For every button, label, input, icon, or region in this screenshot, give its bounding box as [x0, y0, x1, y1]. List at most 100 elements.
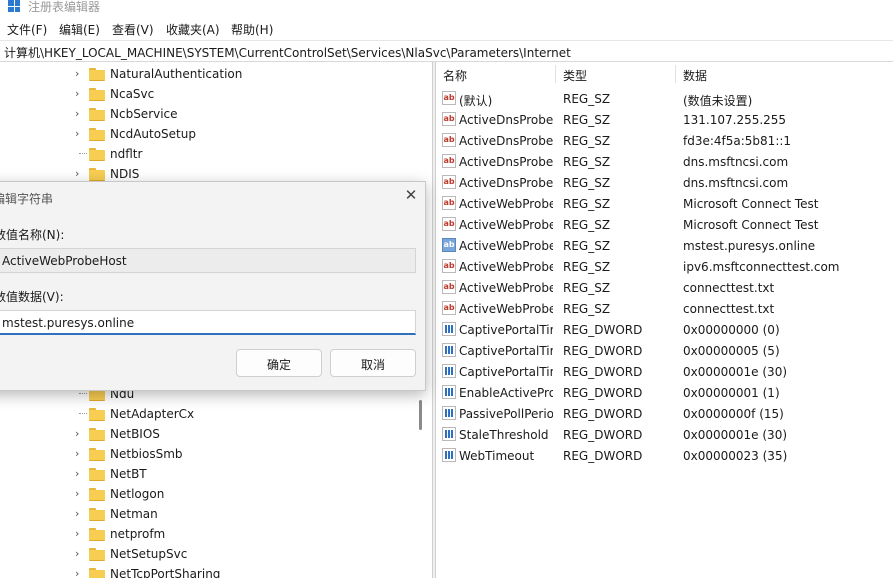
tree-scrollbar-thumb[interactable] — [419, 400, 422, 430]
tree-node-label: NcdAutoSetup — [110, 127, 196, 141]
tree-node-label: NaturalAuthentication — [110, 67, 243, 81]
tree-node-label: NetbiosSmb — [110, 447, 183, 461]
tree-node-label: Netlogon — [110, 487, 165, 501]
value-row[interactable]: ab (默认) REG_SZ (数值未设置) — [437, 88, 893, 109]
chevron-right-icon[interactable]: › — [75, 427, 85, 441]
tree-connector — [79, 413, 87, 414]
value-row[interactable]: CaptivePortalTimerMax REG_DWORD 0x0000001e… — [437, 361, 893, 382]
tree-node[interactable]: › NcdAutoSetup — [0, 124, 420, 144]
chevron-right-icon[interactable]: › — [75, 467, 85, 481]
value-row[interactable]: PassivePollPeriod REG_DWORD 0x0000000f (15… — [437, 403, 893, 424]
tree-node-label: netprofm — [110, 527, 166, 541]
column-separator[interactable] — [555, 65, 556, 83]
menu-file[interactable]: 文件(F) — [7, 21, 47, 38]
value-name-cell: CaptivePortalTimerBackoff — [459, 344, 553, 358]
tree-node[interactable]: › NcbService — [0, 104, 420, 124]
value-type-cell: REG_SZ — [563, 134, 611, 148]
value-name-cell: ActiveDnsProbeContentV6 — [459, 134, 553, 148]
cancel-button[interactable]: 取消 — [330, 349, 416, 377]
chevron-right-icon[interactable]: › — [75, 167, 85, 181]
value-row[interactable]: abActiveWebProbeHost REG_SZ mstest.puresys… — [437, 235, 893, 256]
tree-node-label: NetAdapterCx — [110, 407, 195, 421]
value-row[interactable]: CaptivePortalTimerBackoff REG_DWORD 0x0000… — [437, 340, 893, 361]
value-data-input[interactable]: mstest.puresys.online — [0, 310, 416, 335]
column-separator[interactable] — [675, 65, 676, 83]
tree-node[interactable]: › NetTcpPortSharing — [0, 564, 420, 578]
dword-value-icon — [442, 427, 456, 441]
chevron-right-icon[interactable]: › — [75, 487, 85, 501]
value-type-cell: REG_SZ — [563, 92, 611, 106]
menu-help[interactable]: 帮助(H) — [231, 21, 273, 38]
tree-node[interactable]: › Netlogon — [0, 484, 420, 504]
folder-icon — [89, 488, 105, 501]
string-value-icon: ab — [442, 91, 456, 105]
folder-icon — [89, 168, 105, 181]
chevron-right-icon[interactable]: › — [75, 547, 85, 561]
chevron-right-icon[interactable]: › — [75, 127, 85, 141]
chevron-right-icon[interactable]: › — [75, 87, 85, 101]
pane-splitter[interactable] — [432, 62, 436, 578]
close-icon[interactable]: ✕ — [403, 187, 419, 203]
menu-edit[interactable]: 编辑(E) — [59, 21, 100, 38]
column-header-data[interactable]: 数据 — [683, 62, 707, 86]
tree-node[interactable]: › NetbiosSmb — [0, 444, 420, 464]
value-row[interactable]: abActiveWebProbeContent REG_SZ Microsoft C… — [437, 193, 893, 214]
folder-icon — [89, 528, 105, 541]
value-type-cell: REG_DWORD — [563, 386, 643, 400]
value-row[interactable]: StaleThreshold REG_DWORD 0x0000001e (30) — [437, 424, 893, 445]
address-bar[interactable]: 计算机\HKEY_LOCAL_MACHINE\SYSTEM\CurrentCon… — [0, 40, 893, 62]
value-row[interactable]: abActiveDnsProbeContent REG_SZ 131.107.255… — [437, 109, 893, 130]
tree-node[interactable]: › NetBIOS — [0, 424, 420, 444]
value-row[interactable]: abActiveWebProbeContentV6 REG_SZ Microsoft… — [437, 214, 893, 235]
tree-node[interactable]: › NaturalAuthentication — [0, 64, 420, 84]
column-header-type[interactable]: 类型 — [563, 62, 587, 86]
chevron-right-icon[interactable]: › — [75, 527, 85, 541]
tree-node-label: ndfltr — [110, 147, 143, 161]
tree-node-label: NetSetupSvc — [110, 547, 188, 561]
value-row[interactable]: abActiveWebProbeHostV6 REG_SZ ipv6.msftcon… — [437, 256, 893, 277]
folder-icon — [89, 468, 105, 481]
chevron-right-icon[interactable]: › — [75, 107, 85, 121]
value-row[interactable]: abActiveWebProbePath REG_SZ connecttest.tx… — [437, 277, 893, 298]
value-type-cell: REG_SZ — [563, 176, 611, 190]
menu-favorites[interactable]: 收藏夹(A) — [166, 21, 220, 38]
tree-node[interactable]: ndfltr — [0, 144, 420, 164]
value-row[interactable]: CaptivePortalTimer REG_DWORD 0x00000000 (0… — [437, 319, 893, 340]
string-value-icon: ab — [442, 217, 456, 231]
folder-icon — [89, 88, 105, 101]
chevron-right-icon[interactable]: › — [75, 447, 85, 461]
tree-connector — [79, 393, 87, 394]
dword-value-icon — [442, 322, 456, 336]
tree-node[interactable]: › netprofm — [0, 524, 420, 544]
chevron-right-icon[interactable]: › — [75, 507, 85, 521]
value-row[interactable]: WebTimeout REG_DWORD 0x00000023 (35) — [437, 445, 893, 466]
value-data-cell: 0x00000001 (1) — [683, 386, 780, 400]
value-type-cell: REG_DWORD — [563, 407, 643, 421]
value-data-cell: 0x00000005 (5) — [683, 344, 780, 358]
value-row[interactable]: abActiveDnsProbeHost REG_SZ dns.msftncsi.c… — [437, 151, 893, 172]
chevron-right-icon[interactable]: › — [75, 567, 85, 578]
value-name-field[interactable]: ActiveWebProbeHost — [0, 248, 416, 273]
ok-button[interactable]: 确定 — [236, 349, 322, 377]
value-row[interactable]: abActiveDnsProbeHostV6 REG_SZ dns.msftncsi… — [437, 172, 893, 193]
string-value-icon: ab — [442, 238, 456, 252]
tree-node[interactable]: › NetSetupSvc — [0, 544, 420, 564]
window-title: 注册表编辑器 — [28, 0, 101, 14]
tree-node[interactable]: › Netman — [0, 504, 420, 524]
column-header-name[interactable]: 名称 — [443, 62, 467, 86]
value-name-cell: (默认) — [459, 94, 493, 108]
value-row[interactable]: abActiveWebProbePathV6 REG_SZ connecttest.… — [437, 298, 893, 319]
chevron-right-icon[interactable]: › — [75, 67, 85, 81]
tree-node[interactable]: › NcaSvc — [0, 84, 420, 104]
tree-node[interactable]: NetAdapterCx — [0, 404, 420, 424]
value-name-cell: EnableActiveProbing — [459, 386, 553, 400]
string-value-icon: ab — [442, 154, 456, 168]
value-data-cell: ipv6.msftconnecttest.com — [683, 260, 840, 274]
string-value-icon: ab — [442, 301, 456, 315]
value-type-cell: REG_SZ — [563, 155, 611, 169]
tree-node[interactable]: › NetBT — [0, 464, 420, 484]
menu-view[interactable]: 查看(V) — [112, 21, 154, 38]
value-row[interactable]: abActiveDnsProbeContentV6 REG_SZ fd3e:4f5a… — [437, 130, 893, 151]
values-list-pane[interactable]: 名称 类型 数据 ab (默认) REG_SZ (数值未设置) ab ActiveDnsP… — [437, 62, 893, 578]
value-row[interactable]: EnableActiveProbing REG_DWORD 0x00000001 (… — [437, 382, 893, 403]
